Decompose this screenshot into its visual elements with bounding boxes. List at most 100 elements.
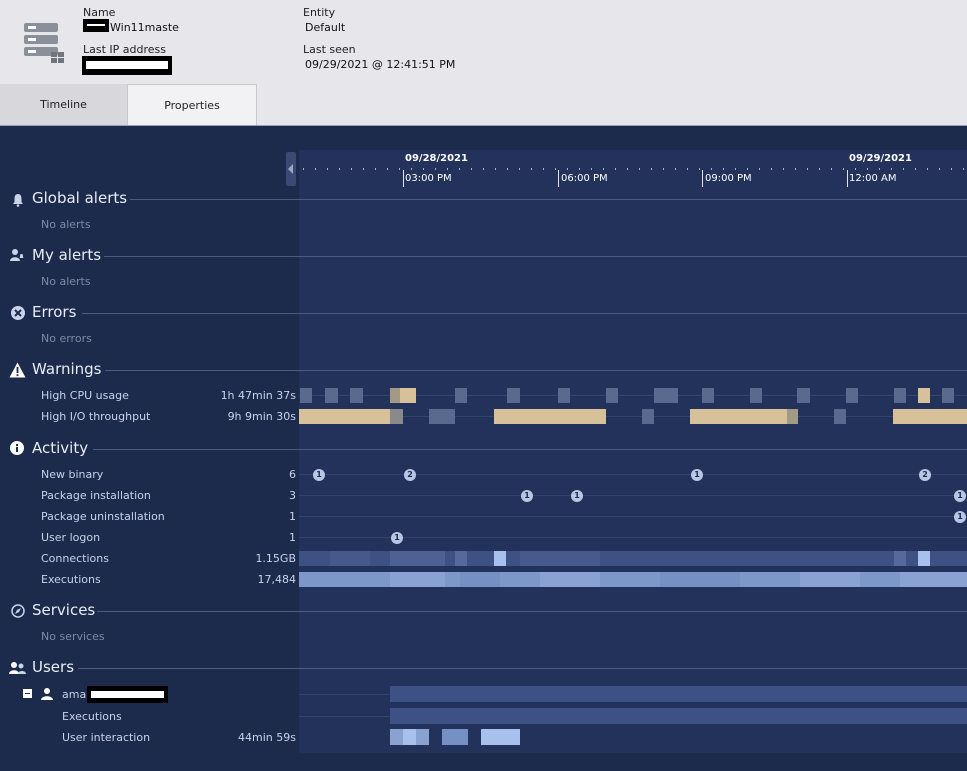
event-count-badge[interactable]: 1 <box>391 532 403 544</box>
connections-block[interactable] <box>494 551 506 566</box>
high-io-block[interactable] <box>429 409 455 424</box>
high-io-block[interactable] <box>390 409 403 424</box>
event-count-badge[interactable]: 1 <box>954 490 966 502</box>
high-io-block[interactable] <box>299 409 390 424</box>
event-count-badge[interactable]: 1 <box>521 490 533 502</box>
high-cpu-block[interactable] <box>654 388 678 403</box>
user-interaction-block[interactable] <box>403 729 416 745</box>
event-count-badge[interactable]: 1 <box>313 469 325 481</box>
user-alert-icon <box>10 249 24 261</box>
name-value: Win11maste <box>110 21 179 34</box>
date-label: 09/29/2021 <box>849 153 912 164</box>
high-cpu-block[interactable] <box>507 388 520 403</box>
high-cpu-block[interactable] <box>325 388 338 403</box>
tab-properties[interactable]: Properties <box>127 84 257 125</box>
user-interaction-block[interactable] <box>481 729 520 745</box>
row-label-high-cpu: High CPU usage <box>41 389 129 402</box>
high-cpu-block[interactable] <box>455 388 467 403</box>
high-io-block[interactable] <box>893 409 967 424</box>
row-label-package-uninstallation: Package uninstallation <box>41 510 165 523</box>
high-io-block[interactable] <box>690 409 798 424</box>
high-cpu-block[interactable] <box>797 388 810 403</box>
event-count-badge[interactable]: 1 <box>571 490 583 502</box>
high-cpu-block[interactable] <box>918 388 930 403</box>
event-count-badge[interactable]: 2 <box>404 469 416 481</box>
section-divider <box>82 313 967 314</box>
event-count-badge[interactable]: 2 <box>919 469 931 481</box>
high-cpu-block[interactable] <box>750 388 762 403</box>
high-io-block[interactable] <box>494 409 606 424</box>
tab-timeline[interactable]: Timeline <box>0 84 127 125</box>
high-cpu-block[interactable] <box>606 388 618 403</box>
connections-block[interactable] <box>455 551 467 566</box>
redacted-user-name <box>87 686 168 703</box>
last-seen-value: 09/29/2021 @ 12:41:51 PM <box>305 58 456 71</box>
collapse-user-button[interactable] <box>23 689 32 698</box>
event-count-badge[interactable]: 1 <box>691 469 703 481</box>
high-cpu-block[interactable] <box>558 388 570 403</box>
redacted-name-prefix <box>83 19 109 32</box>
empty-text: No alerts <box>41 275 91 288</box>
high-cpu-block[interactable] <box>894 388 906 403</box>
bell-icon <box>13 194 23 207</box>
high-cpu-block[interactable] <box>350 388 363 403</box>
row-track <box>299 474 967 475</box>
high-io-block[interactable] <box>834 409 846 424</box>
empty-text: No services <box>41 630 105 643</box>
name-label: Name <box>83 6 116 19</box>
row-value-high-io: 9h 9min 30s <box>227 410 296 423</box>
connections-block[interactable] <box>390 551 445 566</box>
services-compass-icon <box>11 604 25 618</box>
connections-block[interactable] <box>918 551 930 566</box>
executions-block[interactable] <box>540 572 600 587</box>
section-title-warnings: Warnings <box>32 360 102 378</box>
executions-block[interactable] <box>660 572 740 587</box>
row-value-user-logon: 1 <box>289 531 296 544</box>
timeline-scroll-left-handle[interactable] <box>286 152 296 186</box>
major-tick <box>847 170 848 187</box>
event-count-badge[interactable]: 1 <box>954 511 966 523</box>
time-label: 09:00 PM <box>705 173 752 184</box>
major-tick <box>702 170 703 187</box>
row-track <box>299 495 967 496</box>
row-label-user-executions: Executions <box>62 710 122 723</box>
high-cpu-block[interactable] <box>942 388 954 403</box>
timeline-chart-area[interactable] <box>299 150 967 753</box>
major-tick <box>558 170 559 187</box>
executions-block[interactable] <box>800 572 860 587</box>
user-executions-block[interactable] <box>390 708 967 724</box>
high-io-block[interactable] <box>787 409 798 424</box>
high-cpu-block[interactable] <box>390 388 400 403</box>
time-label: 06:00 PM <box>561 173 608 184</box>
section-title-activity: Activity <box>32 439 89 457</box>
server-windows-icon <box>24 23 64 63</box>
section-title-services: Services <box>32 601 96 619</box>
connections-block[interactable] <box>894 551 906 566</box>
date-label: 09/28/2021 <box>405 153 468 164</box>
section-title-my-alerts: My alerts <box>32 246 102 264</box>
high-io-block[interactable] <box>642 409 654 424</box>
section-divider <box>130 199 967 200</box>
section-divider <box>105 370 967 371</box>
user-activity-block[interactable] <box>390 686 967 702</box>
section-title-errors: Errors <box>32 303 77 321</box>
entity-label: Entity <box>303 6 336 19</box>
row-track <box>299 516 967 517</box>
connections-block[interactable] <box>330 551 370 566</box>
connections-block[interactable] <box>520 551 600 566</box>
user-interaction-block[interactable] <box>442 729 468 745</box>
row-value-executions: 17,484 <box>257 573 297 586</box>
executions-block[interactable] <box>900 572 967 587</box>
last-seen-label: Last seen <box>303 43 356 56</box>
high-cpu-block[interactable] <box>300 388 312 403</box>
row-value-user-interaction: 44min 59s <box>238 731 296 744</box>
high-cpu-block[interactable] <box>702 388 714 403</box>
executions-block[interactable] <box>460 572 500 587</box>
row-label-connections: Connections <box>41 552 109 565</box>
executions-block[interactable] <box>390 572 445 587</box>
user-icon <box>41 688 53 700</box>
high-cpu-block[interactable] <box>846 388 858 403</box>
row-value-high-cpu: 1h 47min 37s <box>220 389 296 402</box>
last-ip-label: Last IP address <box>83 43 166 56</box>
user-name[interactable]: amal <box>62 688 89 701</box>
